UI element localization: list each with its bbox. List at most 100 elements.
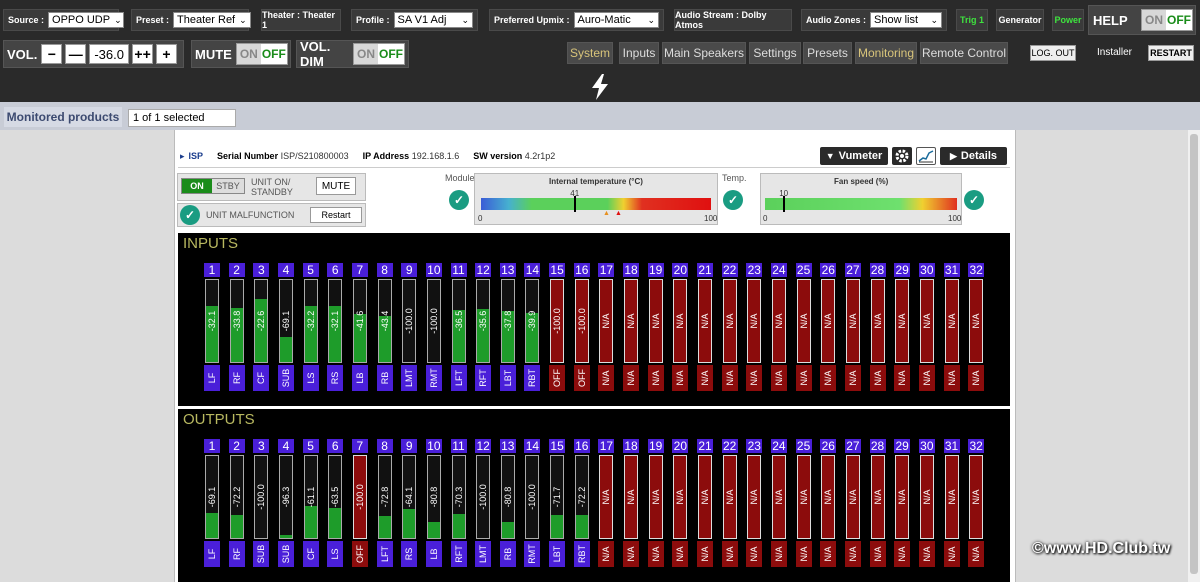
channel-label-text: N/A bbox=[971, 546, 982, 562]
profile-selector[interactable]: Profile : SA V1 Adj ⌄ bbox=[351, 9, 478, 31]
source-selector[interactable]: Source : OPPO UDP ⌄ bbox=[3, 9, 125, 31]
level-bar: -35.6 bbox=[476, 279, 491, 363]
profile-select[interactable]: SA V1 Adj ⌄ bbox=[393, 12, 473, 28]
tab-settings[interactable]: Settings bbox=[749, 42, 801, 64]
logout-button[interactable]: LOG. OUT bbox=[1030, 45, 1076, 61]
level-value: N/A bbox=[675, 489, 686, 505]
channel-number: 11 bbox=[450, 439, 467, 453]
channel-label: N/A bbox=[894, 541, 911, 567]
mute-button[interactable]: MUTE bbox=[316, 177, 356, 195]
vol-dim-off-option[interactable]: OFF bbox=[378, 44, 404, 64]
volume-down-fast-button[interactable]: — bbox=[65, 44, 87, 64]
vol-dim-toggle[interactable]: ON OFF bbox=[353, 43, 405, 65]
monitored-products-title: Monitored products bbox=[4, 107, 122, 127]
stby-option[interactable]: STBY bbox=[212, 179, 244, 193]
upmix-selector[interactable]: Preferred Upmix : Auro-Matic ⌄ bbox=[489, 9, 664, 31]
monitored-products-bar: Monitored products 1 of 1 selected bbox=[0, 102, 1200, 130]
temperature-title: Internal temperature (°C) bbox=[549, 177, 643, 186]
generator-button[interactable]: Generator bbox=[996, 9, 1044, 31]
help-toggle-group: HELP ON OFF bbox=[1088, 5, 1196, 35]
channel-label: RMT bbox=[524, 541, 541, 567]
tab-inputs[interactable]: Inputs bbox=[619, 42, 659, 64]
power-button[interactable]: Power bbox=[1052, 9, 1084, 31]
level-bar: -100.0 bbox=[254, 455, 269, 539]
mute-toggle[interactable]: ON OFF bbox=[235, 43, 288, 65]
level-value: N/A bbox=[921, 313, 932, 329]
expand-arrow-icon[interactable]: ▸ bbox=[180, 151, 185, 162]
channel-label-text: N/A bbox=[946, 546, 957, 562]
graph-button[interactable] bbox=[916, 147, 936, 165]
volume-up-button[interactable]: + bbox=[156, 44, 177, 64]
level-bar: N/A bbox=[698, 279, 712, 363]
audio-zones-selector[interactable]: Audio Zones : Show list ⌄ bbox=[801, 9, 947, 31]
settings-gear-button[interactable] bbox=[892, 147, 912, 165]
upmix-select[interactable]: Auro-Matic ⌄ bbox=[573, 12, 659, 28]
level-bar: N/A bbox=[919, 455, 934, 539]
channel-label-text: N/A bbox=[749, 546, 760, 562]
product-selection-field[interactable]: 1 of 1 selected bbox=[128, 109, 236, 127]
on-option[interactable]: ON bbox=[182, 179, 212, 193]
level-bar: -100.0 bbox=[574, 279, 589, 363]
ip-address-field: IP Address 192.168.1.6 bbox=[363, 151, 460, 161]
channel-label-text: N/A bbox=[872, 546, 883, 562]
level-bar: -100.0 bbox=[402, 279, 417, 363]
channel-label-text: LMT bbox=[404, 369, 415, 387]
preset-selector[interactable]: Preset : Theater Ref ⌄ bbox=[131, 9, 251, 31]
tab-system[interactable]: System bbox=[567, 42, 613, 64]
volume-up-fast-button[interactable]: ++ bbox=[132, 44, 154, 64]
channel-label: LMT bbox=[475, 541, 492, 567]
details-button[interactable]: ▶ Details bbox=[940, 147, 1007, 165]
channel-number: 26 bbox=[820, 263, 837, 277]
level-value: -100.0 bbox=[404, 308, 415, 334]
trig-button[interactable]: Trig 1 bbox=[956, 9, 988, 31]
restart-button[interactable]: RESTART bbox=[1148, 45, 1194, 61]
audio-zones-select[interactable]: Show list ⌄ bbox=[870, 12, 942, 28]
preset-select[interactable]: Theater Ref ⌄ bbox=[173, 12, 251, 28]
upmix-label: Preferred Upmix : bbox=[494, 15, 570, 25]
chevron-down-icon: ⌄ bbox=[114, 14, 122, 25]
channel-label-text: N/A bbox=[921, 546, 932, 562]
channel-number: 3 bbox=[253, 439, 270, 453]
tab-presets[interactable]: Presets bbox=[803, 42, 852, 64]
tab-monitoring[interactable]: Monitoring bbox=[855, 42, 917, 64]
level-value: N/A bbox=[650, 489, 661, 505]
channel-label: OFF bbox=[351, 541, 368, 567]
help-toggle[interactable]: ON OFF bbox=[1141, 9, 1193, 31]
channel-number: 7 bbox=[351, 439, 368, 453]
channel-number: 7 bbox=[351, 263, 368, 277]
level-value: -39.9 bbox=[527, 310, 538, 332]
channel-label: N/A bbox=[746, 541, 763, 567]
channel-label: LMT bbox=[401, 365, 418, 391]
tab-remote-control[interactable]: Remote Control bbox=[920, 42, 1008, 64]
tab-main-speakers[interactable]: Main Speakers bbox=[662, 42, 746, 64]
mute-off-option[interactable]: OFF bbox=[260, 44, 287, 64]
help-on-option[interactable]: ON bbox=[1142, 10, 1166, 30]
restart-unit-button[interactable]: Restart bbox=[310, 207, 362, 223]
channel-label-text: N/A bbox=[724, 370, 735, 386]
theater-indicator[interactable]: Theater : Theater 1 bbox=[261, 9, 341, 31]
volume-down-button[interactable]: − bbox=[41, 44, 63, 64]
level-bar: N/A bbox=[821, 279, 836, 363]
inputs-meter-section: INPUTS 1 -32.1 LF 2 -33.8 RF 3 -22.6 CF 4 -69.1 SUB… bbox=[178, 233, 1010, 406]
vumeter-label: Vumeter bbox=[838, 150, 883, 162]
channel-number: 4 bbox=[277, 439, 294, 453]
vumeter-dropdown[interactable]: ▼ Vumeter bbox=[820, 147, 888, 165]
scrollbar[interactable] bbox=[1188, 130, 1200, 582]
mute-on-option[interactable]: ON bbox=[236, 44, 261, 64]
channel-label-text: LB bbox=[428, 548, 439, 560]
channel-label-text: N/A bbox=[700, 370, 710, 386]
scrollbar-thumb[interactable] bbox=[1190, 134, 1198, 574]
audio-stream-indicator: Audio Stream : Dolby Atmos bbox=[674, 9, 792, 31]
source-select[interactable]: OPPO UDP ⌄ bbox=[48, 12, 125, 28]
vol-dim-on-option[interactable]: ON bbox=[354, 44, 378, 64]
channel-label: N/A bbox=[943, 541, 960, 567]
on-standby-toggle[interactable]: ON STBY bbox=[181, 178, 245, 194]
channel-number: 4 bbox=[277, 263, 294, 277]
upmix-value: Auro-Matic bbox=[577, 14, 631, 26]
channel-label: N/A bbox=[869, 541, 886, 567]
level-bar: N/A bbox=[969, 279, 984, 363]
channel-number: 6 bbox=[327, 439, 344, 453]
level-value: N/A bbox=[601, 489, 612, 505]
help-off-option[interactable]: OFF bbox=[1166, 10, 1192, 30]
level-fill bbox=[427, 522, 440, 538]
